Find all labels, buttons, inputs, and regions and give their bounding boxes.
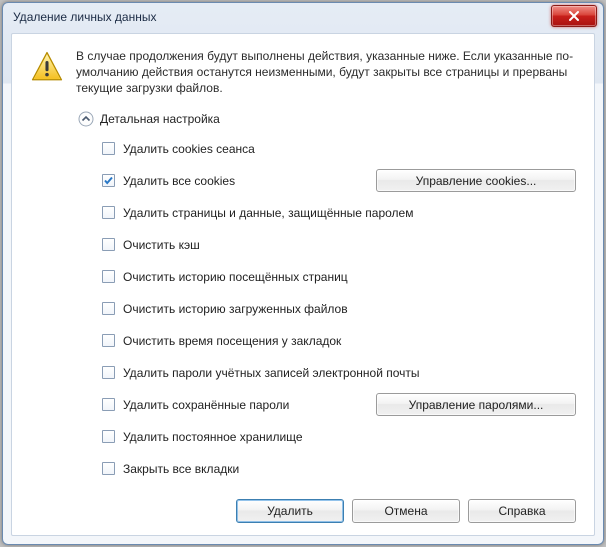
checkbox[interactable] xyxy=(102,398,115,411)
option-label: Удалить cookies сеанса xyxy=(123,142,255,156)
option-label: Очистить кэш xyxy=(123,238,200,252)
details-header[interactable]: Детальная настройка xyxy=(78,111,576,127)
content-area: В случае продолжения будут выполнены дей… xyxy=(11,33,595,536)
options-list: Удалить cookies сеанса Удалить все cooki… xyxy=(102,133,576,485)
manage-cookies-button[interactable]: Управление cookies... xyxy=(376,169,576,192)
option-label: Закрыть все вкладки xyxy=(123,462,239,476)
option-clear-history: Очистить историю посещённых страниц xyxy=(102,261,576,293)
option-clear-cache: Очистить кэш xyxy=(102,229,576,261)
window-title: Удаление личных данных xyxy=(13,10,551,24)
button-row: Удалить Отмена Справка xyxy=(30,487,576,523)
dialog-window: Удаление личных данных В случае xyxy=(2,2,604,545)
option-label: Очистить историю загруженных файлов xyxy=(123,302,348,316)
option-label: Удалить пароли учётных записей электронн… xyxy=(123,366,420,380)
option-label: Очистить историю посещённых страниц xyxy=(123,270,348,284)
checkbox[interactable] xyxy=(102,270,115,283)
checkbox[interactable] xyxy=(102,334,115,347)
option-label: Удалить все cookies xyxy=(123,174,235,188)
titlebar: Удаление личных данных xyxy=(3,3,603,31)
checkbox[interactable] xyxy=(102,174,115,187)
details-section: Детальная настройка Удалить cookies сеан… xyxy=(78,111,576,485)
collapse-icon xyxy=(78,111,94,127)
option-label: Очистить время посещения у закладок xyxy=(123,334,341,348)
option-clear-bookmark-visits: Очистить время посещения у закладок xyxy=(102,325,576,357)
option-delete-session-cookies: Удалить cookies сеанса xyxy=(102,133,576,165)
option-clear-download-history: Очистить историю загруженных файлов xyxy=(102,293,576,325)
checkbox[interactable] xyxy=(102,430,115,443)
warning-text: В случае продолжения будут выполнены дей… xyxy=(76,48,576,97)
option-label: Удалить сохранённые пароли xyxy=(123,398,289,412)
checkbox[interactable] xyxy=(102,206,115,219)
delete-button[interactable]: Удалить xyxy=(236,499,344,523)
details-title: Детальная настройка xyxy=(100,112,220,126)
option-delete-email-passwords: Удалить пароли учётных записей электронн… xyxy=(102,357,576,389)
option-label: Удалить страницы и данные, защищённые па… xyxy=(123,206,413,220)
checkbox[interactable] xyxy=(102,462,115,475)
checkbox[interactable] xyxy=(102,366,115,379)
checkbox[interactable] xyxy=(102,302,115,315)
checkbox[interactable] xyxy=(102,142,115,155)
cancel-button[interactable]: Отмена xyxy=(352,499,460,523)
option-delete-protected-pages: Удалить страницы и данные, защищённые па… xyxy=(102,197,576,229)
close-icon xyxy=(568,10,580,22)
option-close-all-tabs: Закрыть все вкладки xyxy=(102,453,576,485)
option-delete-all-cookies: Удалить все cookies Управление cookies..… xyxy=(102,165,576,197)
help-button[interactable]: Справка xyxy=(468,499,576,523)
option-delete-saved-passwords: Удалить сохранённые пароли Управление па… xyxy=(102,389,576,421)
close-button[interactable] xyxy=(551,5,597,27)
option-delete-persistent-storage: Удалить постоянное хранилище xyxy=(102,421,576,453)
option-label: Удалить постоянное хранилище xyxy=(123,430,303,444)
warning-row: В случае продолжения будут выполнены дей… xyxy=(30,48,576,97)
warning-icon xyxy=(30,50,64,84)
checkbox[interactable] xyxy=(102,238,115,251)
manage-passwords-button[interactable]: Управление паролями... xyxy=(376,393,576,416)
